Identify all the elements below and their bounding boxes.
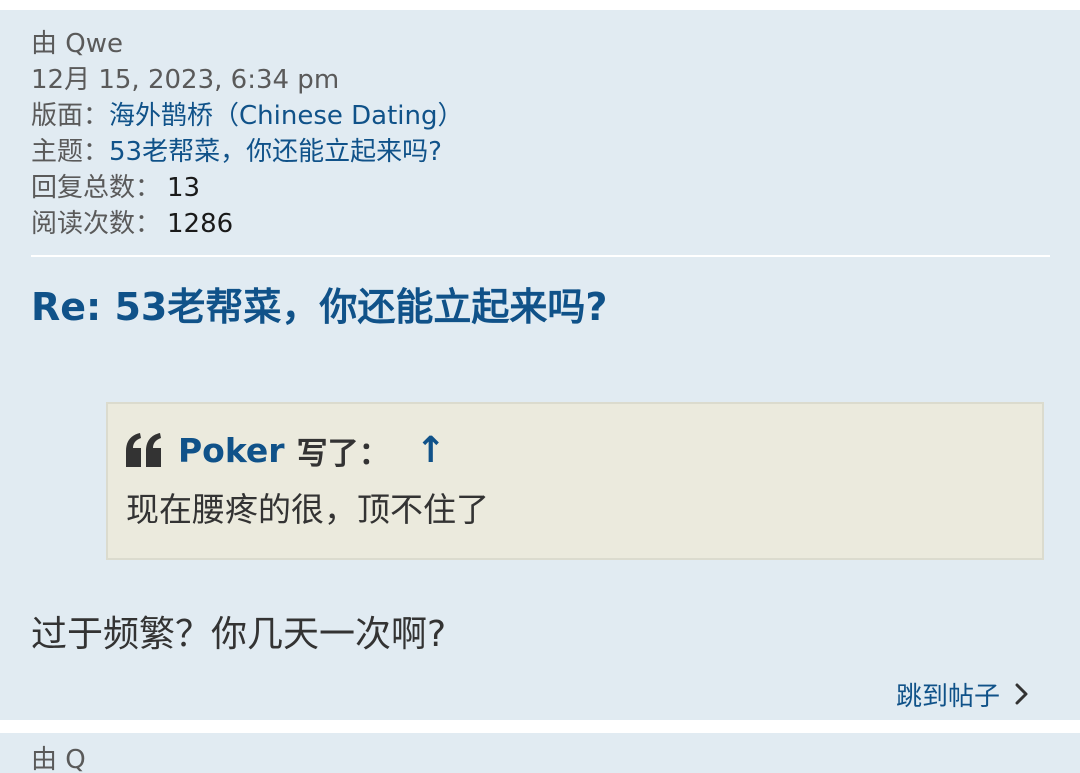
quote-mark-icon (126, 433, 161, 467)
quote-text: 现在腰疼的很，顶不住了 (126, 490, 489, 529)
views-count: 1286 (167, 209, 234, 239)
post-title[interactable]: Re: 53老帮菜，你还能立起来吗? (31, 282, 607, 332)
forum-label: 版面： (31, 101, 110, 131)
post-card: 由 Qwe 12月 15, 2023, 6:34 pm 版面：海外鹊桥（Chin… (0, 10, 1080, 720)
quote-box: Poker 写了： ↑ 现在腰疼的很，顶不住了 (106, 402, 1044, 560)
topic-row: 主题：53老帮菜，你还能立起来吗? (31, 134, 464, 170)
quote-wrote-label: 写了： (296, 435, 390, 472)
topic-link[interactable]: 53老帮菜，你还能立起来吗? (109, 137, 442, 167)
post-datetime: 12月 15, 2023, 6:34 pm (31, 62, 464, 98)
forum-row: 版面：海外鹊桥（Chinese Dating） (31, 98, 464, 134)
views-label: 阅读次数： (31, 209, 162, 239)
quote-author-link[interactable]: Poker (178, 431, 285, 470)
jump-to-post-button[interactable]: 跳到帖子 (896, 674, 1030, 714)
datetime-text: 12月 15, 2023, 6:34 pm (31, 65, 340, 95)
forum-link[interactable]: 海外鹊桥（Chinese Dating） (109, 101, 464, 131)
post-body: 过于频繁？你几天一次啊? (31, 614, 447, 655)
post-meta: 由 Qwe 12月 15, 2023, 6:34 pm 版面：海外鹊桥（Chin… (31, 26, 464, 242)
next-post-author: 由 Q (31, 745, 86, 773)
quote-header: Poker 写了： ↑ (124, 428, 446, 472)
divider (31, 255, 1050, 257)
jump-to-post-label: 跳到帖子 (895, 681, 1000, 712)
replies-row: 回复总数： 13 (31, 170, 464, 206)
topic-label: 主题： (31, 137, 110, 167)
replies-label: 回复总数： (31, 173, 162, 203)
replies-count: 13 (167, 173, 201, 203)
next-post-card: 由 Q (0, 733, 1080, 773)
chevron-right-icon (1015, 683, 1028, 705)
author-text: 由 Qwe (31, 29, 123, 59)
quote-up-arrow-icon[interactable]: ↑ (416, 430, 446, 471)
post-author: 由 Qwe (31, 26, 464, 62)
views-row: 阅读次数： 1286 (31, 206, 464, 242)
